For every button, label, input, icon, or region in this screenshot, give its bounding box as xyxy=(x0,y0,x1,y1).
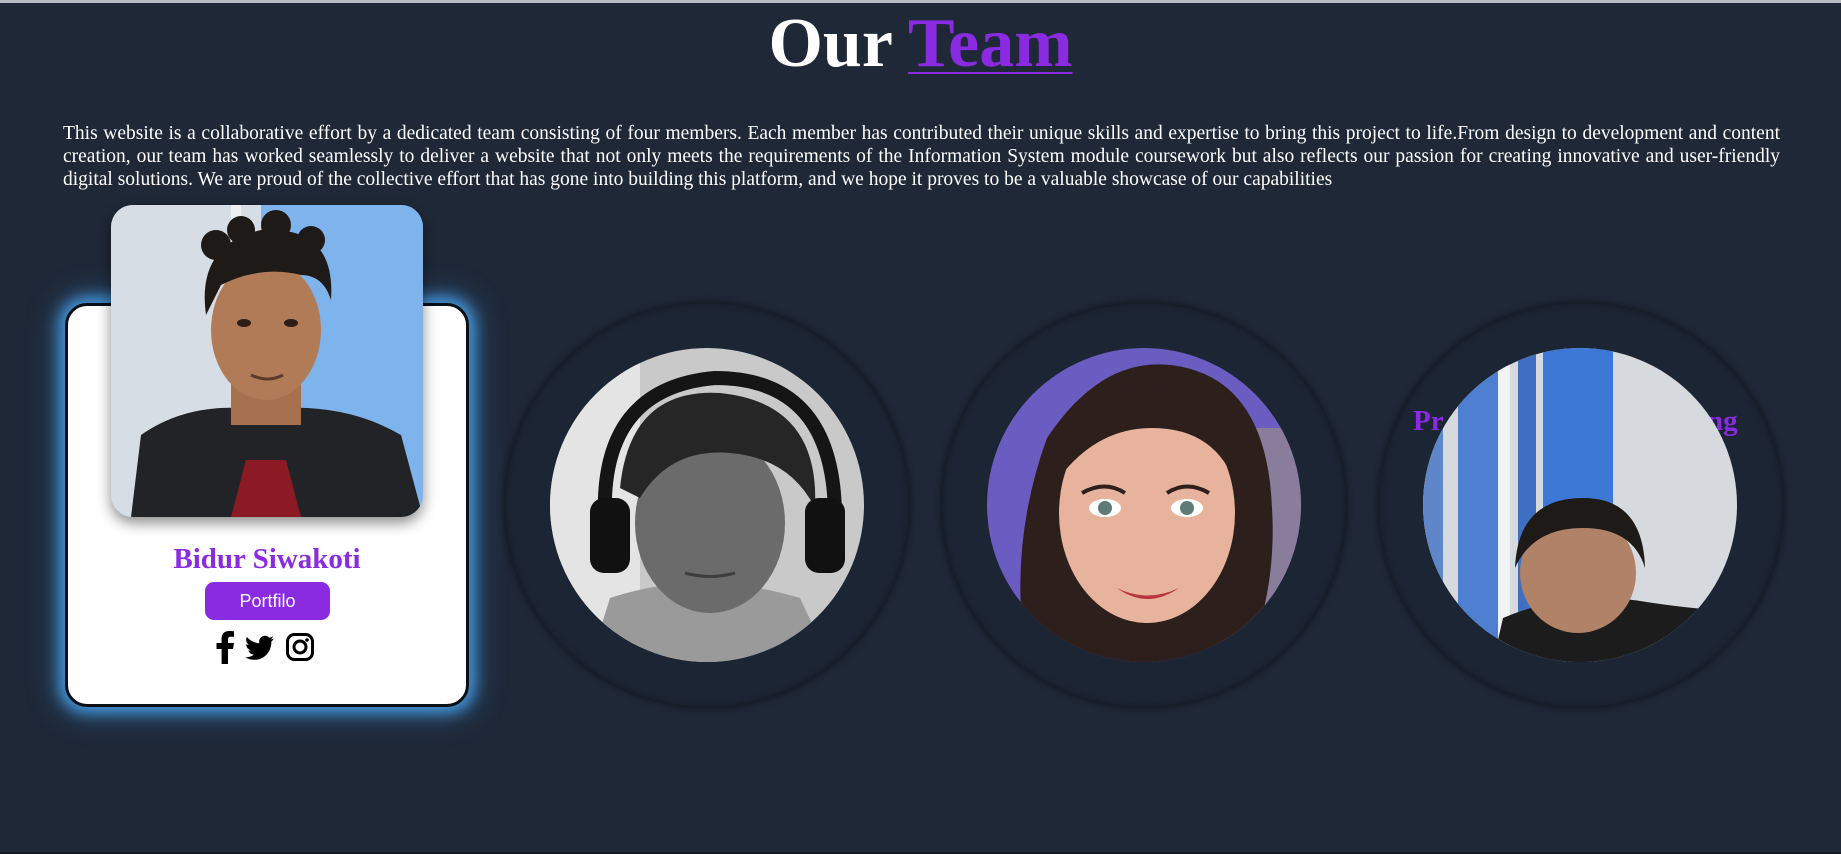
twitter-icon[interactable] xyxy=(245,630,275,664)
instagram-icon[interactable] xyxy=(285,630,315,664)
page-title: Our Team xyxy=(0,4,1841,84)
member-3-photo xyxy=(987,348,1301,662)
title-accent: Team xyxy=(907,5,1073,82)
top-border xyxy=(0,0,1841,3)
portfolio-button[interactable]: Portfilo xyxy=(205,582,330,620)
member-2-photo xyxy=(550,348,864,662)
member-name: Bidur Siwakoti xyxy=(173,543,361,575)
social-links xyxy=(210,630,325,664)
team-description: This website is a collaborative effort b… xyxy=(63,123,1780,190)
facebook-icon[interactable] xyxy=(214,630,236,664)
title-main: Our xyxy=(768,5,892,82)
member-1-photo xyxy=(111,205,423,517)
member-4-photo xyxy=(1423,348,1737,662)
